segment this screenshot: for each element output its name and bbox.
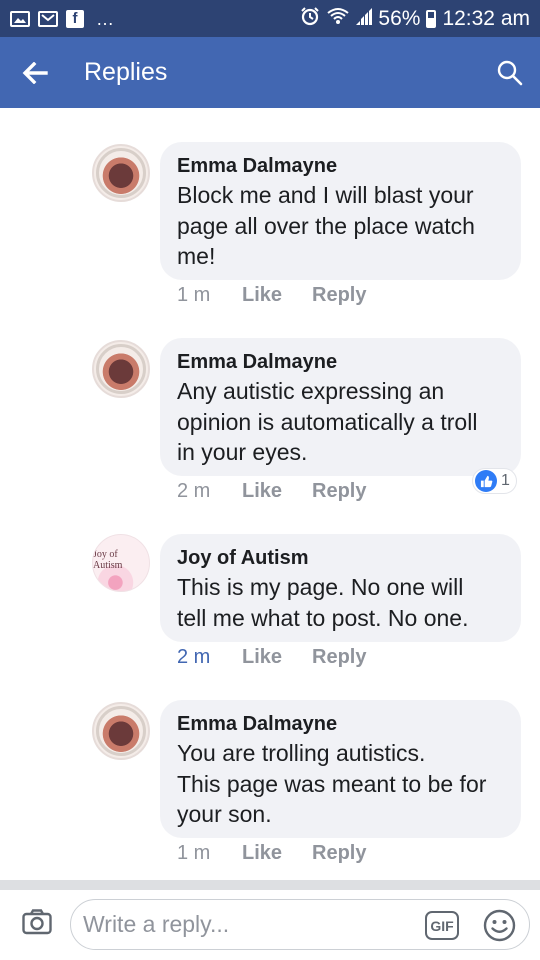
divider	[0, 880, 540, 890]
reaction-summary[interactable]: 1	[472, 468, 517, 494]
comment-meta: 1 m Like Reply	[177, 284, 366, 307]
comment-author[interactable]: Joy of Autism	[177, 544, 504, 572]
comment-text-line: page all over the place watch	[177, 212, 475, 239]
avatar[interactable]	[92, 144, 150, 202]
battery-percent: 56%	[378, 6, 421, 30]
comment-text-line: This page was meant to be for	[177, 770, 487, 797]
avatar[interactable]	[92, 340, 150, 398]
comment-text-line: This is my page. No one will	[177, 574, 464, 600]
reply-box[interactable]: GIF	[70, 899, 530, 950]
signal-icon	[356, 7, 373, 31]
gmail-icon	[38, 10, 58, 27]
comment-text-line: me!	[177, 243, 216, 269]
comment-text-line: You are trolling autistics.	[177, 740, 426, 766]
avatar[interactable]: Joy of Autism	[92, 534, 150, 592]
gif-icon[interactable]: GIF	[425, 911, 459, 940]
comment-meta: 1 m Like Reply	[177, 842, 366, 865]
clock: 12:32 am	[442, 6, 530, 30]
like-button[interactable]: Like	[242, 284, 312, 307]
search-icon[interactable]	[480, 37, 540, 108]
reply-input[interactable]	[83, 911, 413, 938]
reply-button[interactable]: Reply	[312, 480, 366, 503]
comment-text-line: opinion is automatically a troll	[177, 408, 478, 435]
like-button[interactable]: Like	[242, 646, 312, 669]
comment-author[interactable]: Emma Dalmayne	[177, 710, 504, 738]
avatar-label: Joy of Autism	[93, 549, 123, 571]
comment-timestamp[interactable]: 1 m	[177, 842, 242, 865]
comment-author[interactable]: Emma Dalmayne	[177, 348, 504, 376]
like-button[interactable]: Like	[242, 842, 312, 865]
comment-timestamp[interactable]: 1 m	[177, 284, 242, 307]
more-notifications-icon: …	[96, 8, 115, 29]
emoji-icon[interactable]	[483, 909, 516, 942]
comment-author[interactable]: Emma Dalmayne	[177, 152, 504, 180]
reply-button[interactable]: Reply	[312, 842, 366, 865]
page-title: Replies	[84, 58, 168, 86]
status-bar: f … 56% 12:32 am	[0, 0, 540, 37]
avatar[interactable]	[92, 702, 150, 760]
comment-text-line: your son.	[177, 801, 272, 827]
back-arrow-icon[interactable]	[0, 37, 70, 108]
comment-text-line: in your eyes.	[177, 439, 308, 465]
comment-text-line: Block me and I will blast your	[177, 182, 474, 208]
like-button[interactable]: Like	[242, 480, 312, 503]
app-bar: Replies	[0, 37, 540, 108]
like-reaction-icon	[475, 470, 497, 492]
wifi-icon	[326, 7, 350, 31]
notification-icons: f …	[10, 8, 115, 29]
reply-composer: GIF	[0, 890, 540, 960]
camera-icon[interactable]	[22, 909, 52, 935]
facebook-icon: f	[66, 9, 84, 28]
reaction-count: 1	[501, 472, 510, 489]
comment-meta: 2 m Like Reply	[177, 646, 366, 669]
system-status: 56% 12:32 am	[300, 6, 530, 32]
comment-bubble[interactable]: Joy of Autism This is my page. No one wi…	[160, 534, 521, 642]
battery-icon	[426, 9, 437, 28]
reply-button[interactable]: Reply	[312, 284, 366, 307]
comment-text-line: tell me what to post. No one.	[177, 604, 469, 631]
reply-button[interactable]: Reply	[312, 646, 366, 669]
alarm-icon	[300, 6, 320, 32]
comment-meta: 2 m Like Reply	[177, 480, 366, 503]
comment-bubble[interactable]: Emma Dalmayne Any autistic expressing an…	[160, 338, 521, 476]
comment-bubble[interactable]: Emma Dalmayne You are trolling autistics…	[160, 700, 521, 838]
comment-bubble[interactable]: Emma Dalmayne Block me and I will blast …	[160, 142, 521, 280]
image-icon	[10, 10, 30, 27]
comment-text-line: Any autistic expressing an	[177, 378, 445, 404]
comment-timestamp[interactable]: 2 m	[177, 646, 242, 669]
comment-timestamp[interactable]: 2 m	[177, 480, 242, 503]
replies-list[interactable]: Emma Dalmayne Block me and I will blast …	[0, 108, 540, 880]
